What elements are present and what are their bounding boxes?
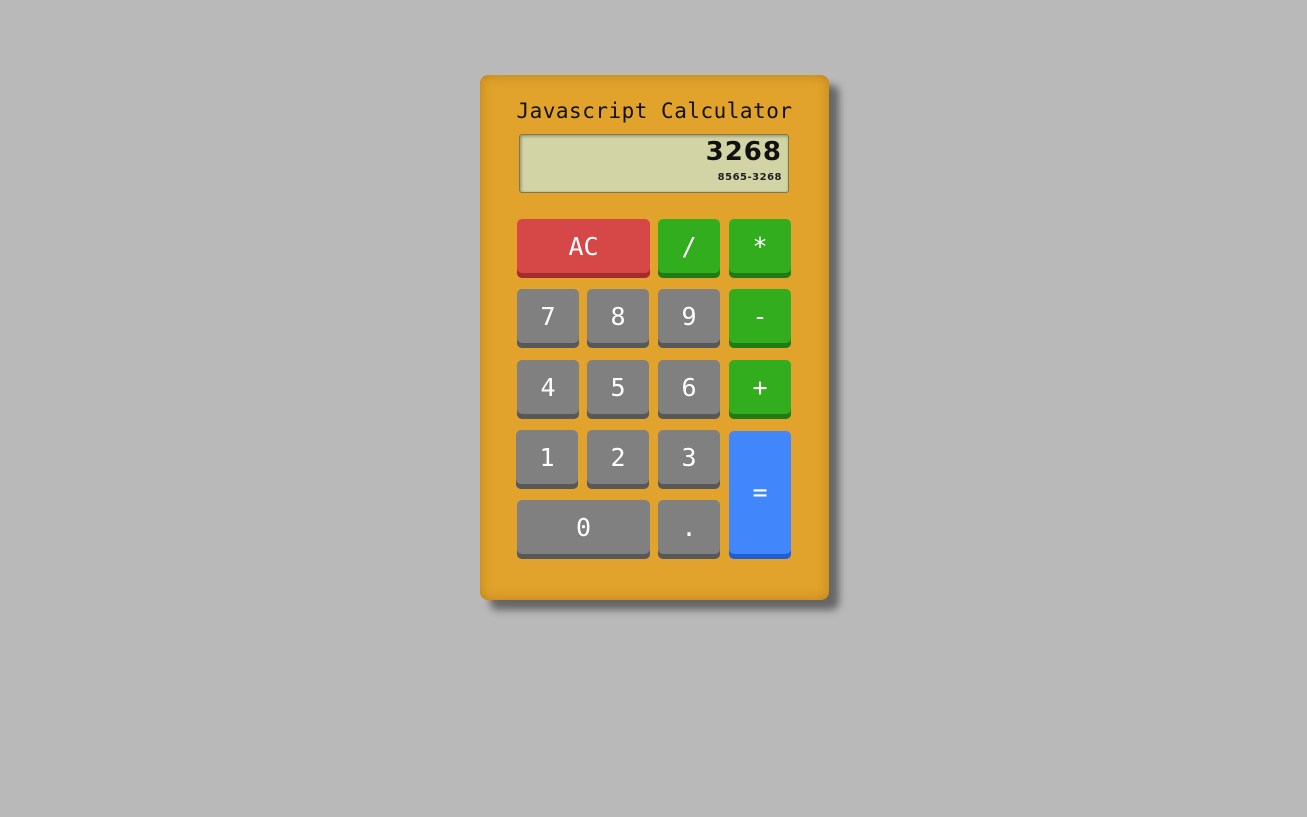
decimal-button[interactable]: . [658, 500, 720, 559]
add-button[interactable]: + [729, 360, 791, 419]
calculator: Javascript Calculator 3268 8565-3268 AC … [480, 75, 829, 600]
multiply-button[interactable]: * [729, 219, 791, 278]
one-button[interactable]: 1 [516, 430, 578, 489]
clear-button[interactable]: AC [517, 219, 650, 278]
eight-button[interactable]: 8 [587, 289, 649, 348]
equals-button[interactable]: = [729, 431, 791, 559]
zero-button[interactable]: 0 [517, 500, 650, 559]
display: 3268 8565-3268 [519, 134, 789, 193]
four-button[interactable]: 4 [517, 360, 579, 419]
five-button[interactable]: 5 [587, 360, 649, 419]
three-button[interactable]: 3 [658, 430, 720, 489]
nine-button[interactable]: 9 [658, 289, 720, 348]
divide-button[interactable]: / [658, 219, 720, 278]
display-value: 3268 [705, 137, 782, 167]
six-button[interactable]: 6 [658, 360, 720, 419]
subtract-button[interactable]: - [729, 289, 791, 348]
calculator-title: Javascript Calculator [516, 99, 793, 123]
two-button[interactable]: 2 [587, 430, 649, 489]
seven-button[interactable]: 7 [517, 289, 579, 348]
display-formula: 8565-3268 [717, 172, 782, 183]
